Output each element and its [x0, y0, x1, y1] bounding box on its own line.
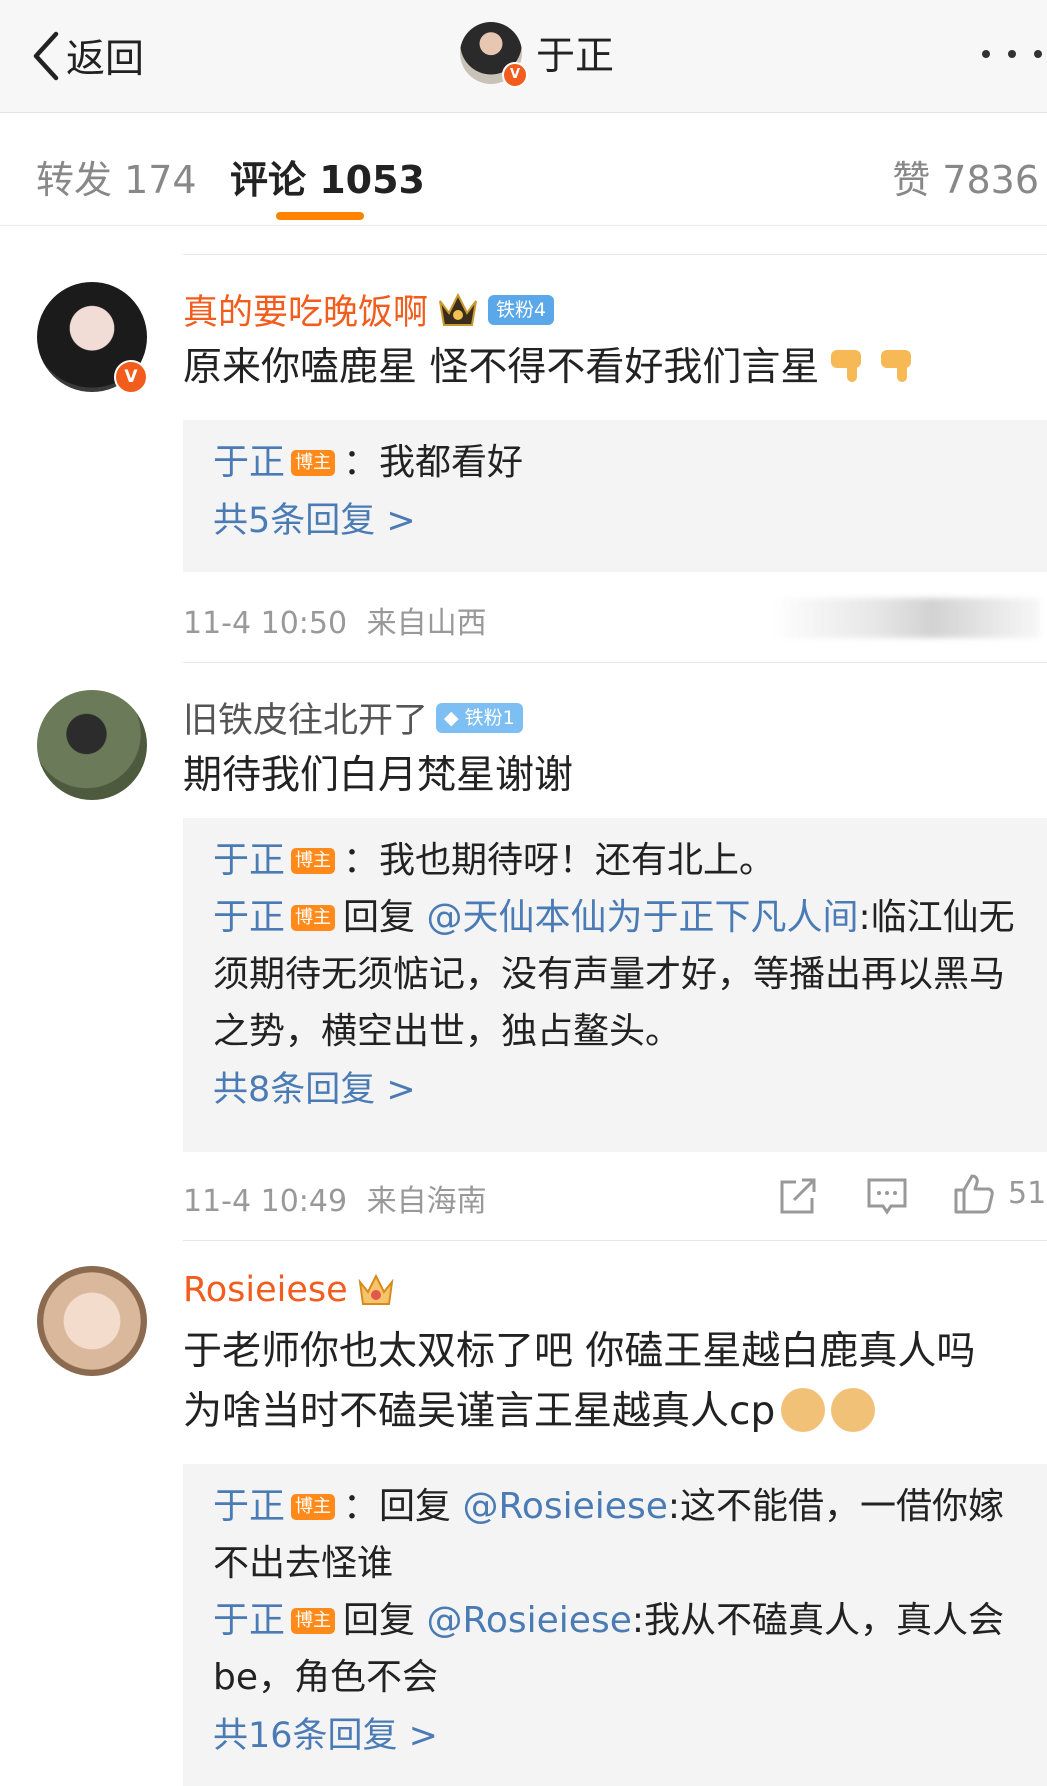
reply-box: 于正 博主 ：我也期待呀！还有北上。 于正 博主 回复 @天仙本仙为于正下凡人间:临江仙…: [183, 818, 1047, 1152]
comment-text: 原来你嗑鹿星 怪不得不看好我们言星: [183, 338, 1043, 398]
more-dot-icon: [982, 50, 990, 58]
fan-badge-label: 铁粉1: [464, 706, 515, 729]
nav-author[interactable]: V 于正: [460, 22, 615, 88]
doge-emoji-icon: [831, 1388, 876, 1432]
thumbs-down-emoji-icon: [831, 350, 862, 382]
reply-text: ：我也期待呀！还有北上。: [343, 840, 776, 881]
commenter-name[interactable]: 真的要吃晚饭啊: [183, 284, 428, 335]
reply-author[interactable]: 于正: [213, 442, 285, 483]
tab-bar: 转发 174 评论 1053 赞 7836: [0, 113, 1047, 226]
tab-comments[interactable]: 评论 1053: [230, 149, 425, 204]
reply-line: 于正 博主 回复 @天仙本仙为于正下凡人间:临江仙无须期待无须惦记，没有声量才好，等…: [213, 889, 1025, 1060]
top-nav-bar: 返回 V 于正: [0, 0, 1047, 113]
mention-link[interactable]: @天仙本仙为于正下凡人间: [426, 897, 858, 938]
divider: [183, 1240, 1047, 1241]
reply-author[interactable]: 于正: [213, 1486, 285, 1527]
like-count: 51: [1008, 1176, 1047, 1211]
divider: [183, 254, 1047, 255]
active-tab-indicator: [276, 212, 364, 220]
more-dot-icon: [1008, 50, 1016, 58]
doge-emoji-icon: [781, 1388, 826, 1432]
verified-icon: V: [114, 360, 148, 394]
reply-author[interactable]: 于正: [213, 897, 285, 938]
share-icon[interactable]: [776, 1174, 820, 1218]
author-avatar[interactable]: V: [460, 22, 528, 88]
blurred-actions: [770, 598, 1040, 638]
commenter-name[interactable]: 旧铁皮往北开了: [183, 692, 428, 743]
chevron-left-icon: [33, 31, 59, 81]
reply-box: 于正 博主 ：我都看好 共5条回复 >: [183, 420, 1047, 572]
blogger-tag: 博主: [291, 1494, 336, 1520]
comment-text: 于老师你也太双标了吧 你磕王星越白鹿真人吗 为啥当时不磕吴谨言王星越真人cp: [183, 1322, 1013, 1442]
thumbs-down-emoji-icon: [881, 350, 912, 382]
fan-badge: 铁粉4: [488, 294, 555, 325]
commenter-name[interactable]: Rosieiese: [183, 1270, 348, 1310]
blogger-tag: 博主: [291, 1608, 336, 1634]
reply-line: 于正 博主 ：回复 @Rosieiese:这不能借，一借你嫁不出去怪谁: [213, 1478, 1025, 1592]
reply-author[interactable]: 于正: [213, 840, 285, 881]
comment-body: 原来你嗑鹿星 怪不得不看好我们言星: [183, 345, 820, 390]
diamond-icon: ◆: [444, 706, 465, 729]
more-dot-icon: [1034, 50, 1042, 58]
blogger-tag: 博主: [291, 905, 336, 931]
back-button[interactable]: 返回: [30, 28, 144, 84]
page-title: 于正: [536, 34, 615, 79]
reply-text: ：我都看好: [343, 442, 524, 483]
reply-prefix: 回复: [343, 1600, 427, 1641]
reply-box: 于正 博主 ：回复 @Rosieiese:这不能借，一借你嫁不出去怪谁 于正 博主 回复…: [183, 1464, 1047, 1786]
fan-badge: ◆ 铁粉1: [436, 702, 523, 733]
crown-icon: [358, 1273, 394, 1305]
crown-icon: [439, 292, 478, 326]
comment-text: 期待我们白月梵星谢谢: [183, 753, 574, 798]
verified-icon: V: [502, 62, 528, 88]
comment-header: 真的要吃晚饭啊 铁粉4: [183, 284, 555, 335]
blogger-tag: 博主: [291, 450, 336, 476]
more-replies-link[interactable]: 共16条回复 >: [213, 1706, 1047, 1766]
reply-line: 于正 博主 ：我都看好: [213, 434, 1025, 491]
commenter-avatar[interactable]: [37, 690, 147, 800]
blogger-tag: 博主: [291, 848, 336, 874]
more-replies-link[interactable]: 共8条回复 >: [213, 1060, 1047, 1120]
comment-header: 旧铁皮往北开了 ◆ 铁粉1: [183, 692, 523, 743]
back-label: 返回: [66, 37, 145, 82]
comment-meta: 11-4 10:50 来自山西: [183, 598, 487, 642]
commenter-avatar[interactable]: [37, 1266, 147, 1376]
comment-location: 来自山西: [366, 606, 487, 641]
like-icon[interactable]: [952, 1172, 996, 1216]
reply-prefix: 回复: [343, 897, 427, 938]
mention-link[interactable]: @Rosieiese: [462, 1486, 667, 1527]
more-options-button[interactable]: [982, 42, 1042, 66]
reply-line: 于正 博主 回复 @Rosieiese:我从不磕真人，真人会be，角色不会: [213, 1592, 1025, 1706]
reply-author[interactable]: 于正: [213, 1600, 285, 1641]
tab-repost[interactable]: 转发 174: [36, 149, 197, 204]
tab-likes[interactable]: 赞 7836: [892, 149, 1039, 204]
reply-prefix: ：回复: [343, 1486, 463, 1527]
more-replies-link[interactable]: 共5条回复 >: [213, 491, 1047, 551]
comment-location: 来自海南: [366, 1184, 487, 1219]
comment-time: 11-4 10:49: [183, 1184, 348, 1219]
mention-link[interactable]: @Rosieiese: [426, 1600, 631, 1641]
reply-line: 于正 博主 ：我也期待呀！还有北上。: [213, 832, 1025, 889]
comment-icon[interactable]: [865, 1174, 909, 1218]
divider: [183, 662, 1047, 663]
comment-time: 11-4 10:50: [183, 606, 348, 641]
comment-meta: 11-4 10:49 来自海南: [183, 1176, 487, 1220]
comment-header: Rosieiese: [183, 1270, 396, 1310]
